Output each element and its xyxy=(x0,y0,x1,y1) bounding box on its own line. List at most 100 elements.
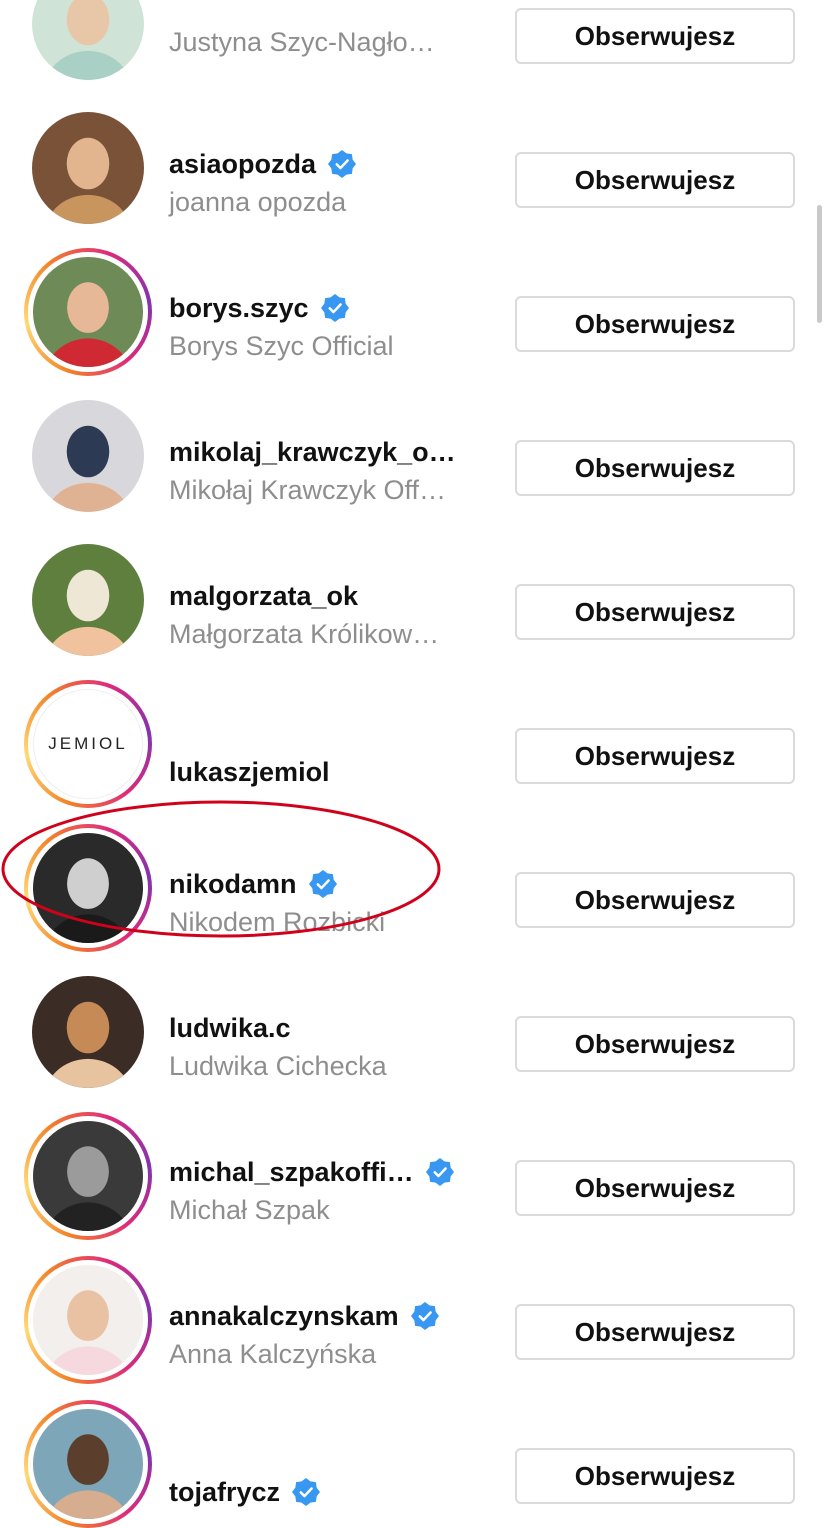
account-names: tojafrycz xyxy=(169,1474,499,1510)
avatar[interactable] xyxy=(24,1256,152,1384)
account-names: malgorzata_ok Małgorzata Królikow… xyxy=(169,578,499,652)
full-name: Ludwika Cichecka xyxy=(169,1051,387,1081)
list-item[interactable]: JEMIOL lukaszjemiol Obserwujesz xyxy=(0,664,827,808)
profile-photo xyxy=(33,1121,143,1231)
avatar-frame xyxy=(28,1260,148,1380)
avatar-frame xyxy=(32,400,144,512)
username[interactable]: mikolaj_krawczyk_o… xyxy=(169,437,456,468)
username[interactable]: ludwika.c xyxy=(169,1013,291,1044)
scrollbar[interactable] xyxy=(817,205,822,323)
following-button[interactable]: Obserwujesz xyxy=(515,1160,795,1216)
username[interactable]: nikodamn xyxy=(169,869,297,900)
avatar-frame xyxy=(32,544,144,656)
account-names: mikolaj_krawczyk_o… Mikołaj Krawczyk Off… xyxy=(169,434,499,508)
list-item[interactable]: nikodamn Nikodem Rozbicki Obserwujesz xyxy=(0,808,827,952)
avatar-frame xyxy=(28,1116,148,1236)
full-name: joanna opozda xyxy=(169,187,347,217)
avatar[interactable] xyxy=(24,536,152,664)
profile-photo-art xyxy=(33,833,143,943)
avatar[interactable] xyxy=(24,1112,152,1240)
account-names: annakalczynskam Anna Kalczyńska xyxy=(169,1298,499,1372)
profile-photo xyxy=(32,400,144,512)
profile-photo xyxy=(32,976,144,1088)
account-names: borys.szyc Borys Szyc Official xyxy=(169,290,499,364)
list-item[interactable]: borys.szyc Borys Szyc Official Obserwujesz xyxy=(0,232,827,376)
list-item[interactable]: malgorzata_ok Małgorzata Królikow… Obserwu… xyxy=(0,520,827,664)
full-name: Borys Szyc Official xyxy=(169,331,394,361)
list-item[interactable]: michal_szpakoffi… Michał Szpak Obserwujesz xyxy=(0,1096,827,1240)
avatar[interactable] xyxy=(24,248,152,376)
brand-logo: JEMIOL xyxy=(33,689,143,799)
avatar-frame: JEMIOL xyxy=(28,684,148,804)
account-names: lukaszjemiol xyxy=(169,754,499,790)
username-line: tojafrycz xyxy=(169,1474,499,1510)
profile-photo xyxy=(33,833,143,943)
avatar[interactable]: JEMIOL xyxy=(24,680,152,808)
profile-photo-art xyxy=(32,976,144,1088)
profile-photo xyxy=(32,544,144,656)
profile-photo-art xyxy=(33,257,143,367)
following-button[interactable]: Obserwujesz xyxy=(515,152,795,208)
avatar[interactable] xyxy=(24,104,152,232)
avatar[interactable] xyxy=(24,824,152,952)
full-name: Anna Kalczyńska xyxy=(169,1339,377,1369)
username-line: nikodamn xyxy=(169,866,499,902)
following-button[interactable]: Obserwujesz xyxy=(515,1448,795,1504)
avatar[interactable] xyxy=(24,392,152,520)
full-name: Nikodem Rozbicki xyxy=(169,907,386,937)
username-line: malgorzata_ok xyxy=(169,578,499,614)
avatar[interactable] xyxy=(24,0,152,88)
username-line: mikolaj_krawczyk_o… xyxy=(169,434,499,470)
username[interactable]: tojafrycz xyxy=(169,1477,280,1508)
username[interactable]: michal_szpakoffi… xyxy=(169,1157,414,1188)
profile-photo-art xyxy=(32,544,144,656)
profile-photo-art xyxy=(32,112,144,224)
list-item[interactable]: mikolaj_krawczyk_o… Mikołaj Krawczyk Off…… xyxy=(0,376,827,520)
following-button[interactable]: Obserwujesz xyxy=(515,728,795,784)
username-line: ludwika.c xyxy=(169,1010,499,1046)
account-names: ludwika.c Ludwika Cichecka xyxy=(169,1010,499,1084)
following-button[interactable]: Obserwujesz xyxy=(515,1304,795,1360)
username-line: asiaopozda xyxy=(169,146,499,182)
avatar[interactable] xyxy=(24,1400,152,1528)
profile-photo xyxy=(32,112,144,224)
following-button[interactable]: Obserwujesz xyxy=(515,872,795,928)
following-button[interactable]: Obserwujesz xyxy=(515,8,795,64)
username-line: lukaszjemiol xyxy=(169,754,499,790)
following-button[interactable]: Obserwujesz xyxy=(515,440,795,496)
verified-badge-icon xyxy=(425,1158,454,1186)
username[interactable]: asiaopozda xyxy=(169,149,316,180)
list-item[interactable]: ludwika.c Ludwika Cichecka Obserwujesz xyxy=(0,952,827,1096)
full-name: Małgorzata Królikow… xyxy=(169,619,440,649)
profile-photo xyxy=(33,1409,143,1519)
profile-photo-art xyxy=(33,1265,143,1375)
profile-photo-art xyxy=(32,0,144,80)
profile-photo xyxy=(32,0,144,80)
list-item[interactable]: Justyna Szyc-Nagło… Obserwujesz xyxy=(0,0,827,88)
username[interactable]: annakalczynskam xyxy=(169,1301,399,1332)
verified-badge-icon xyxy=(292,1478,321,1506)
following-list: Justyna Szyc-Nagło… Obserwujesz asiaopozda… xyxy=(0,0,827,1528)
account-names: asiaopozda joanna opozda xyxy=(169,146,499,220)
account-names: michal_szpakoffi… Michał Szpak xyxy=(169,1154,499,1228)
following-button[interactable]: Obserwujesz xyxy=(515,584,795,640)
username-line: michal_szpakoffi… xyxy=(169,1154,499,1190)
account-names: nikodamn Nikodem Rozbicki xyxy=(169,866,499,940)
following-button[interactable]: Obserwujesz xyxy=(515,296,795,352)
username-line: annakalczynskam xyxy=(169,1298,499,1334)
list-item[interactable]: annakalczynskam Anna Kalczyńska Obserwujes… xyxy=(0,1240,827,1384)
list-item[interactable]: asiaopozda joanna opozda Obserwujesz xyxy=(0,88,827,232)
avatar[interactable] xyxy=(24,968,152,1096)
verified-badge-icon xyxy=(410,1302,439,1330)
username[interactable]: borys.szyc xyxy=(169,293,309,324)
full-name: Mikołaj Krawczyk Off… xyxy=(169,475,447,505)
username-line: borys.szyc xyxy=(169,290,499,326)
avatar-frame xyxy=(28,828,148,948)
following-button[interactable]: Obserwujesz xyxy=(515,1016,795,1072)
list-item[interactable]: tojafrycz Obserwujesz xyxy=(0,1384,827,1528)
avatar-frame xyxy=(32,976,144,1088)
username[interactable]: lukaszjemiol xyxy=(169,757,330,788)
username[interactable]: malgorzata_ok xyxy=(169,581,358,612)
full-name: Michał Szpak xyxy=(169,1195,330,1225)
profile-photo-art xyxy=(33,1121,143,1231)
